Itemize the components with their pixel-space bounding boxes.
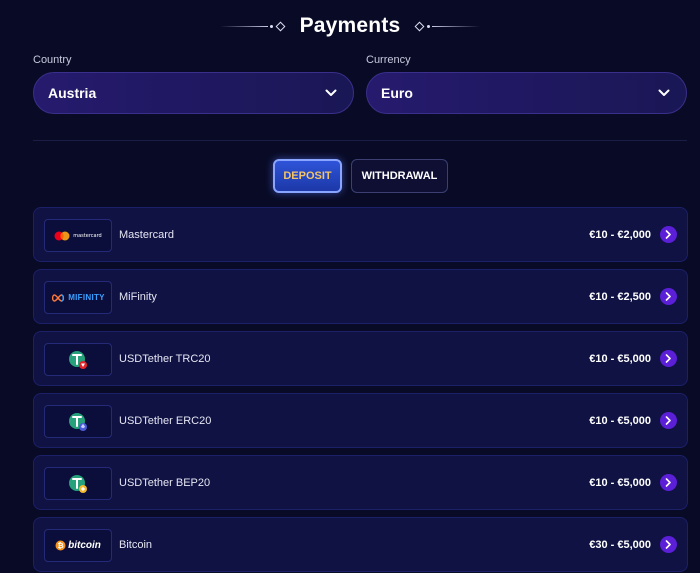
method-range: €10 - €5,000	[589, 352, 651, 365]
chevron-right-icon[interactable]	[660, 350, 677, 367]
method-range: €10 - €2,500	[589, 290, 651, 303]
method-name: USDTether BEP20	[119, 476, 211, 489]
currency-select[interactable]: Euro	[366, 72, 687, 114]
bitcoin-logo-text: bitcoin	[68, 540, 101, 551]
tab-withdrawal[interactable]: WITHDRAWAL	[351, 159, 448, 193]
bitcoin-logo: ₿ bitcoin	[44, 529, 112, 562]
payment-method-usdt-erc20[interactable]: USDTether ERC20 €10 - €5,000	[33, 393, 688, 448]
title-row: Payments	[0, 12, 700, 40]
divider	[33, 140, 687, 141]
method-name: USDTether ERC20	[119, 414, 212, 427]
chevron-right-icon[interactable]	[660, 288, 677, 305]
currency-value: Euro	[381, 85, 413, 101]
chevron-down-icon	[656, 85, 672, 101]
title-ornament-left	[219, 21, 286, 31]
tether-trc20-icon	[44, 343, 112, 376]
chevron-right-icon[interactable]	[660, 474, 677, 491]
mifinity-logo-text: MIFINITY	[68, 293, 105, 302]
payment-method-bitcoin[interactable]: ₿ bitcoin Bitcoin €30 - €5,000	[33, 517, 688, 572]
page-title: Payments	[299, 14, 401, 37]
method-name: USDTether TRC20	[119, 352, 211, 365]
tether-coin-icon	[69, 474, 87, 493]
tab-deposit[interactable]: DEPOSIT	[273, 159, 342, 193]
mifinity-logo: MIFINITY	[44, 281, 112, 314]
payment-method-usdt-trc20[interactable]: USDTether TRC20 €10 - €5,000	[33, 331, 688, 386]
tether-coin-icon	[69, 350, 87, 369]
bitcoin-coin-icon: ₿	[55, 540, 66, 551]
method-range: €10 - €2,000	[589, 228, 651, 241]
chevron-right-icon[interactable]	[660, 226, 677, 243]
chevron-down-icon	[323, 85, 339, 101]
method-name: Bitcoin	[119, 538, 153, 551]
payment-method-usdt-bep20[interactable]: USDTether BEP20 €10 - €5,000	[33, 455, 688, 510]
method-range: €10 - €5,000	[589, 476, 651, 489]
title-ornament-right	[414, 21, 481, 31]
country-value: Austria	[48, 85, 97, 101]
country-select[interactable]: Austria	[33, 72, 354, 114]
mastercard-circles-icon	[54, 231, 70, 240]
tether-bep20-icon	[44, 467, 112, 500]
svg-text:₿: ₿	[58, 541, 64, 550]
tether-erc20-icon	[44, 405, 112, 438]
infinity-icon	[52, 293, 65, 302]
chevron-right-icon[interactable]	[660, 412, 677, 429]
currency-label: Currency	[366, 54, 411, 66]
method-range: €10 - €5,000	[589, 414, 651, 427]
payment-method-mastercard[interactable]: mastercard Mastercard €10 - €2,000	[33, 207, 688, 262]
method-name: Mastercard	[119, 228, 175, 241]
method-range: €30 - €5,000	[589, 538, 651, 551]
method-name: MiFinity	[119, 290, 157, 303]
payment-method-mifinity[interactable]: MIFINITY MiFinity €10 - €2,500	[33, 269, 688, 324]
chevron-right-icon[interactable]	[660, 536, 677, 553]
tether-coin-icon	[69, 412, 87, 431]
mastercard-logo: mastercard	[44, 219, 112, 252]
mastercard-logo-text: mastercard	[73, 232, 102, 239]
country-label: Country	[33, 54, 72, 66]
